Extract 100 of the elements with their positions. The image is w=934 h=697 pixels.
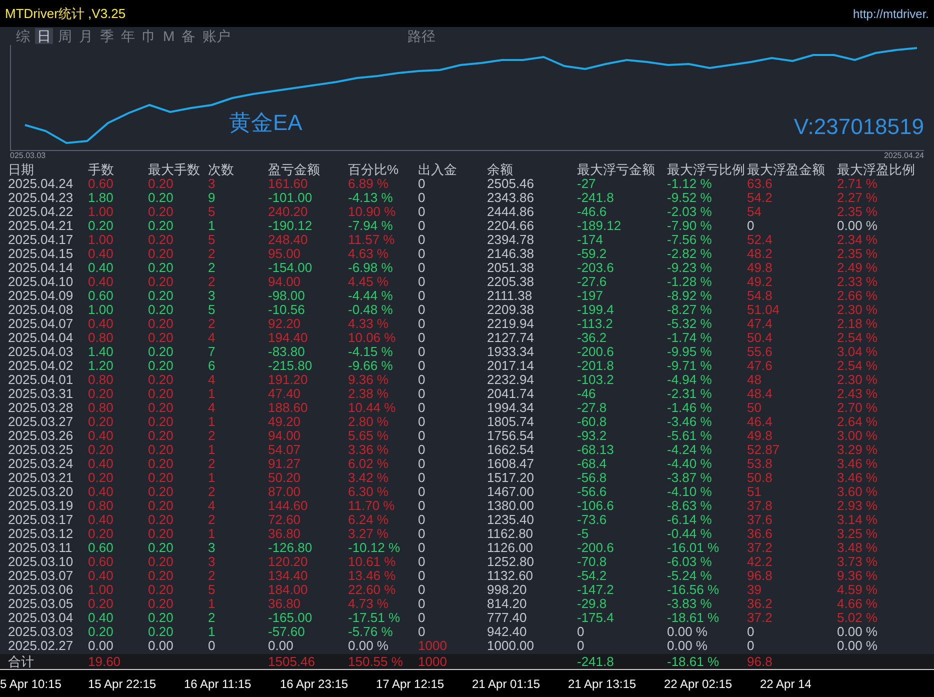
table-cell-text: 2025.03.07 (8, 569, 74, 583)
table-cell-text: 0 (418, 415, 426, 429)
table-cell-text: 2.30 % (837, 303, 878, 317)
table-cell-text: 0.20 (148, 373, 174, 387)
table-cell-text: 1 (208, 443, 216, 457)
table-cell-text: 0 (418, 443, 426, 457)
table-cell-text: 2.49 % (837, 261, 878, 275)
table-cell-text: -5.61 % (667, 429, 713, 443)
table-cell-text: -165.00 (268, 611, 314, 625)
table-cell-text: 0 (418, 233, 426, 247)
table-cell-text: -154.00 (268, 261, 314, 275)
table-cell-text: -93.2 (577, 429, 608, 443)
table-cell-text: 0.20 (88, 597, 114, 611)
table-cell-text: 2.35 % (837, 205, 878, 219)
period-tab[interactable]: 综 (14, 28, 32, 44)
table-cell-text: 1 (208, 219, 216, 233)
table-cell-text: 0.20 (148, 625, 174, 639)
table-cell-text: 2.64 % (837, 415, 878, 429)
table-cell-text: 1.00 (88, 233, 114, 247)
table-cell-text: 998.20 (487, 583, 528, 597)
table-cell-text: -2.31 % (667, 387, 713, 401)
period-tab[interactable]: 周 (56, 28, 74, 44)
table-cell-text: 49.20 (268, 415, 302, 429)
table-cell-text: 2025.02.27 (8, 639, 74, 653)
table-cell-text: 9 (208, 191, 216, 205)
table-cell-text: 0.00 % (837, 219, 878, 233)
time-axis-label: 17 Apr 12:15 (376, 676, 446, 692)
period-tab[interactable]: 备 (180, 28, 198, 44)
table-cell-text: 2444.86 (487, 205, 535, 219)
table-cell-text: 0 (418, 261, 426, 275)
column-header: 最大浮亏比例 (667, 162, 746, 177)
table-cell-text: 0.20 (148, 317, 174, 331)
table-cell-text: 50.4 (747, 331, 774, 345)
table-cell-text: 2 (208, 485, 216, 499)
table-cell-text: 2025.03.28 (8, 401, 74, 415)
period-tab[interactable]: 巾 (140, 28, 158, 44)
table-cell-text: 3.04 % (837, 345, 878, 359)
table-cell-text: 0.20 (148, 401, 174, 415)
table-cell-text: 2.30 % (837, 373, 878, 387)
table-cell-text: 1.80 (88, 191, 114, 205)
column-header: 最大手数 (148, 162, 201, 177)
chart-name: 黄金EA (229, 109, 302, 137)
period-tab[interactable]: 季 (98, 28, 116, 44)
table-cell-text: -9.23 % (667, 261, 713, 275)
table-cell-text: 10.61 % (348, 555, 397, 569)
table-cell-text: 1 (208, 527, 216, 541)
column-header: 最大浮盈金额 (747, 162, 826, 177)
table-cell-text: -9.71 % (667, 359, 713, 373)
table-cell-text: 2025.03.03 (8, 625, 74, 639)
table-cell-text: 0.00 (268, 639, 294, 653)
table-cell-text: 0.40 (88, 247, 114, 261)
table-cell-text: 0.20 (148, 289, 174, 303)
table-cell-text: 2051.38 (487, 261, 535, 275)
table-cell-text: 0.20 (148, 177, 174, 191)
table-cell-text: 5 (208, 205, 216, 219)
table-cell-text: 0.20 (148, 457, 174, 471)
table-cell-text: 2025.03.05 (8, 597, 74, 611)
table-cell-text: -6.98 % (348, 261, 394, 275)
period-tab[interactable]: 日 (35, 28, 53, 44)
period-tab[interactable]: 路径 (406, 28, 438, 44)
table-cell-text: 0.40 (88, 485, 114, 499)
table-cell-text: -0.48 % (348, 303, 394, 317)
table-cell-text: 0.80 (88, 499, 114, 513)
table-cell-text: 0 (418, 471, 426, 485)
table-cell-text: 2025.03.25 (8, 443, 74, 457)
table-cell-text: 0.20 (148, 443, 174, 457)
website-link[interactable]: http://mtdriver. (852, 4, 929, 22)
column-header: 日期 (8, 162, 35, 177)
table-cell-text: 0.20 (88, 387, 114, 401)
table-cell-text: 0.80 (88, 373, 114, 387)
table-cell-text: 0 (418, 373, 426, 387)
table-cell-text: 95.00 (268, 247, 302, 261)
table-cell-text: 2.70 % (837, 401, 878, 415)
table-cell-text: 2025.03.19 (8, 499, 74, 513)
table-cell-text: 4.33 % (348, 317, 390, 331)
period-tab[interactable]: M (161, 28, 177, 44)
table-cell-text: 94.00 (268, 275, 302, 289)
table-cell-text: 2.34 % (837, 233, 878, 247)
table-cell-text: 2232.94 (487, 373, 535, 387)
table-cell-text: 161.60 (268, 177, 309, 191)
table-cell-text: 4.73 % (348, 597, 390, 611)
table-cell-text: 63.6 (747, 177, 774, 191)
table-cell-text: 3 (208, 289, 216, 303)
table-cell-text: 2041.74 (487, 387, 535, 401)
table-cell-text: -8.63 % (667, 499, 713, 513)
period-tab[interactable]: 月 (77, 28, 95, 44)
period-tab[interactable]: 年 (119, 28, 137, 44)
table-cell-text: 2.27 % (837, 191, 878, 205)
chart-end-date: 2025.04.24 (884, 151, 924, 161)
table-cell-text: 1 (208, 597, 216, 611)
table-cell-text: 0.80 (88, 401, 114, 415)
table-cell-text: -10.56 (268, 303, 306, 317)
table-cell-text: 0.20 (88, 527, 114, 541)
table-cell-text: 0.80 (88, 331, 114, 345)
table-cell-text: 2146.38 (487, 247, 535, 261)
table-cell-text: 2.54 % (837, 359, 878, 373)
table-cell-text: 55.6 (747, 345, 774, 359)
table-cell-text: -3.83 % (667, 597, 713, 611)
table-cell-text: -241.8 (577, 191, 615, 205)
period-tab[interactable]: 账户 (200, 28, 233, 44)
